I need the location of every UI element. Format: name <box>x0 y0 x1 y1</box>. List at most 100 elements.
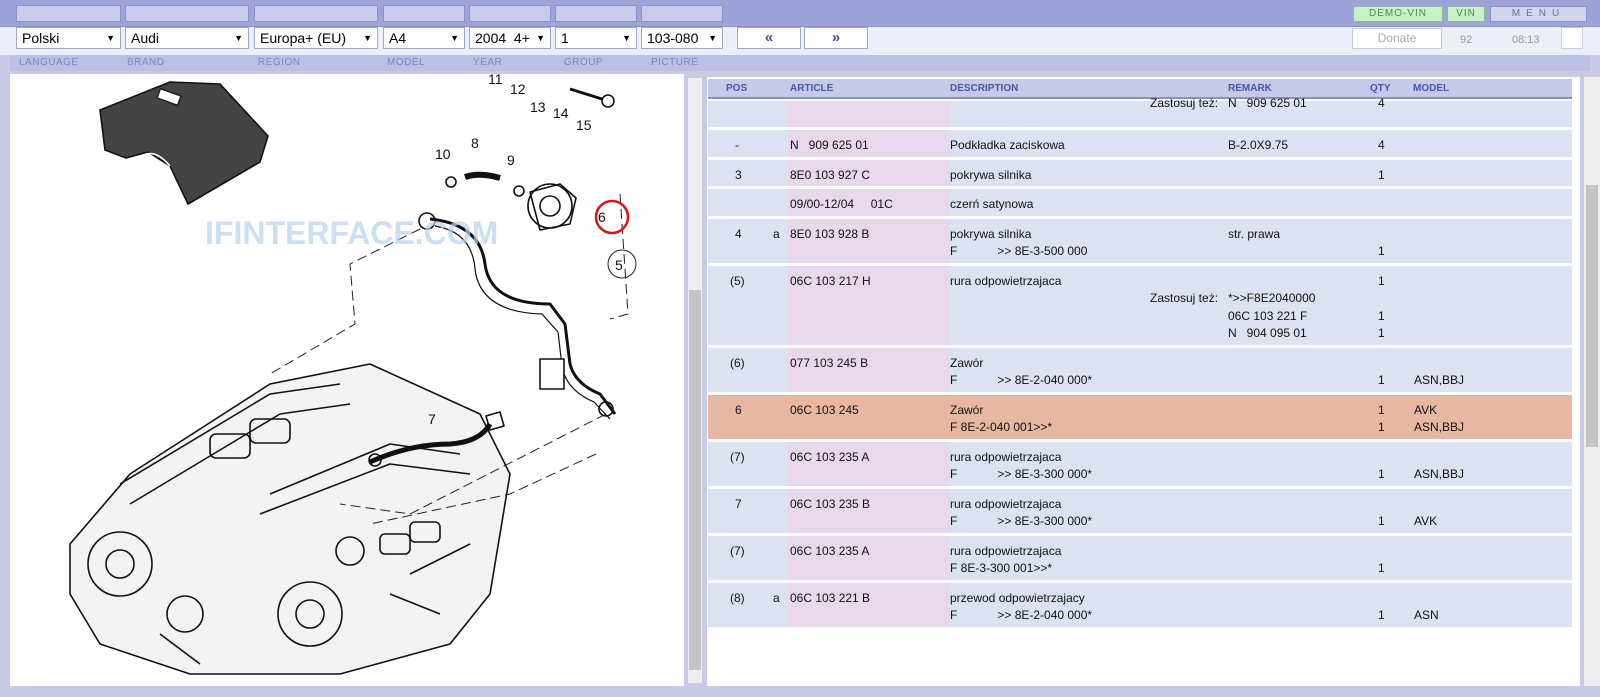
table-row[interactable]: 6 06C 103 245 Zawór 1 AVK F 8E-2-040 001>>* 1 A… <box>708 394 1572 442</box>
picture-label: PICTURE <box>651 57 699 68</box>
chevron-down-icon: ▼ <box>234 33 243 43</box>
callout-7: 7 <box>428 411 436 427</box>
table-row[interactable]: 09/00-12/04 01C czerń satynowa <box>708 189 1572 219</box>
settings-box[interactable] <box>1561 27 1583 49</box>
description-cell: przewod odpowietrzajacy <box>950 590 1085 605</box>
region-value: Europa+ (EU) <box>260 30 346 46</box>
pos-cell: (8) <box>730 590 745 605</box>
diagram-scrollbar-thumb[interactable] <box>689 290 701 670</box>
group-select[interactable]: 1 ▼ <box>555 27 637 49</box>
chevron-down-icon: ▼ <box>106 33 115 43</box>
qty-cell: 1 <box>1378 373 1385 387</box>
counter-value: 92 <box>1460 34 1473 46</box>
breadcrumb-picture[interactable] <box>641 5 723 22</box>
chevron-down-icon: ▼ <box>536 33 545 43</box>
donate-button[interactable]: Donate <box>1352 28 1442 49</box>
previous-picture-button[interactable]: « <box>737 27 801 49</box>
description-cell: pokrywa silnika <box>950 226 1032 241</box>
table-row[interactable]: (6) 077 103 245 B Zawór F >> 8E-2-040 000* 1… <box>708 347 1572 395</box>
also-use-label: Zastosuj też: <box>1150 291 1219 305</box>
table-row[interactable]: (7) 06C 103 235 A rura odpowietrzajaca F >>… <box>708 441 1572 489</box>
breadcrumb-brand[interactable] <box>125 5 249 22</box>
callout-13: 13 <box>530 99 546 115</box>
region-select[interactable]: Europa+ (EU) ▼ <box>254 27 378 49</box>
table-row[interactable]: 4 a 8E0 103 928 B pokrywa silnika str. prawa… <box>708 218 1572 266</box>
description-cell: Zawór <box>950 402 984 417</box>
sub-cell: a <box>773 226 780 241</box>
year-value: 2004 4+ <box>475 30 530 46</box>
callout-6: 6 <box>598 209 606 225</box>
article-cell: 06C 103 221 B <box>790 590 871 605</box>
model-value: A4 <box>389 30 407 46</box>
parts-diagram[interactable]: 11 12 13 14 15 8 9 10 6 5 7 IFINTERFACE.… <box>10 74 684 686</box>
model-select[interactable]: A4 ▼ <box>383 27 465 49</box>
description-cell: pokrywa silnika <box>950 167 1032 182</box>
description-cell: rura odpowietrzajaca <box>950 543 1062 558</box>
selector-bar: Polski ▼ Audi ▼ Europa+ (EU) ▼ A4 ▼ 2004 4+ ▼… <box>0 27 1600 55</box>
model-cell: ASN,BBJ <box>1414 373 1465 387</box>
description-cell: Zawór <box>950 355 984 370</box>
vin-button[interactable]: VIN <box>1447 6 1485 22</box>
article-cell: 06C 103 245 <box>790 402 859 417</box>
article-column-bg <box>788 101 950 127</box>
qty-cell: 1 <box>1378 167 1385 182</box>
brand-select[interactable]: Audi ▼ <box>125 27 249 49</box>
description-cell: F >> 8E-2-040 000* <box>950 373 1093 387</box>
model-cell: ASN,BBJ <box>1414 467 1465 481</box>
table-header: POS ARTICLE DESCRIPTION REMARK QTY MODEL <box>708 79 1572 99</box>
header-article: ARTICLE <box>790 83 834 94</box>
remark-cell: str. prawa <box>1228 226 1281 241</box>
table-row[interactable]: - N 909 625 01 Podkładka zaciskowa B-2.0X9.… <box>708 130 1572 160</box>
chevron-down-icon: ▼ <box>622 33 631 43</box>
remark-cell: N 909 625 01 <box>1228 96 1307 110</box>
year-select[interactable]: 2004 4+ ▼ <box>469 27 551 49</box>
menu-button[interactable]: MENU <box>1490 6 1587 22</box>
pos-cell: 6 <box>735 402 742 417</box>
table-row[interactable]: 7 06C 103 235 B rura odpowietrzajaca F >> 8… <box>708 488 1572 536</box>
brand-value: Audi <box>131 30 160 46</box>
table-scrollbar-thumb[interactable] <box>1586 185 1598 447</box>
language-label: LANGUAGE <box>19 57 79 68</box>
article-cell: 06C 103 235 A <box>790 543 870 558</box>
table-row[interactable]: 3 8E0 103 927 C pokrywa silnika 1 <box>708 159 1572 189</box>
article-column-bg <box>788 347 950 392</box>
description-cell: rura odpowietrzajaca <box>950 449 1062 464</box>
breadcrumb-group[interactable] <box>555 5 637 22</box>
table-row[interactable]: (5) 06C 103 217 H rura odpowietrzajaca 1 Zas… <box>708 265 1572 348</box>
description-cell: F >> 8E-3-300 000* <box>950 514 1093 528</box>
table-row[interactable]: Zastosuj też: N 909 625 01 4 <box>708 96 1572 130</box>
breadcrumb-region[interactable] <box>254 5 378 22</box>
language-select[interactable]: Polski ▼ <box>16 27 121 49</box>
picture-select[interactable]: 103-080 ▼ <box>641 27 723 49</box>
callout-5: 5 <box>615 257 623 273</box>
article-cell: 8E0 103 927 C <box>790 167 871 182</box>
qty-cell: 1 <box>1378 608 1385 622</box>
header-qty: QTY <box>1370 83 1391 94</box>
engine-cover-shape <box>99 81 269 205</box>
demo-vin-button[interactable]: DEMO-VIN <box>1353 6 1443 22</box>
description-cell: rura odpowietrzajaca <box>950 496 1062 511</box>
engine-block-shape <box>69 363 511 675</box>
table-row[interactable]: (8) a 06C 103 221 B przewod odpowietrzajacy… <box>708 582 1572 630</box>
model-cell: ASN <box>1414 608 1439 622</box>
engine-exploded-drawing: 11 12 13 14 15 8 9 10 6 5 7 IFINTERFACE.… <box>69 74 637 675</box>
description-cell: F >> 8E-3-500 000 <box>950 244 1088 258</box>
article-column-bg <box>788 535 950 580</box>
remark-cell: *>>F8E2040000 <box>1228 291 1316 305</box>
clock-time: 08:13 <box>1512 34 1540 46</box>
qty-cell: 1 <box>1378 561 1385 575</box>
qty-cell: 1 <box>1378 514 1385 528</box>
qty-cell: 1 <box>1378 244 1385 258</box>
qty-cell: 1 <box>1378 308 1385 323</box>
description-cell: F >> 8E-2-040 000* <box>950 608 1093 622</box>
breadcrumb-language[interactable] <box>16 5 121 22</box>
breadcrumb-year[interactable] <box>469 5 551 22</box>
qty-cell: 1 <box>1378 420 1385 434</box>
breadcrumb-model[interactable] <box>383 5 465 22</box>
table-row[interactable]: (7) 06C 103 235 A rura odpowietrzajaca F 8E… <box>708 535 1572 583</box>
description-cell: F >> 8E-3-300 000* <box>950 467 1093 481</box>
article-column-bg <box>788 394 950 439</box>
next-picture-button[interactable]: » <box>804 27 868 49</box>
selector-labels: LANGUAGE BRAND REGION MODEL YEAR GROUP P… <box>10 55 1590 71</box>
watermark-text: IFINTERFACE.COM <box>205 215 498 251</box>
